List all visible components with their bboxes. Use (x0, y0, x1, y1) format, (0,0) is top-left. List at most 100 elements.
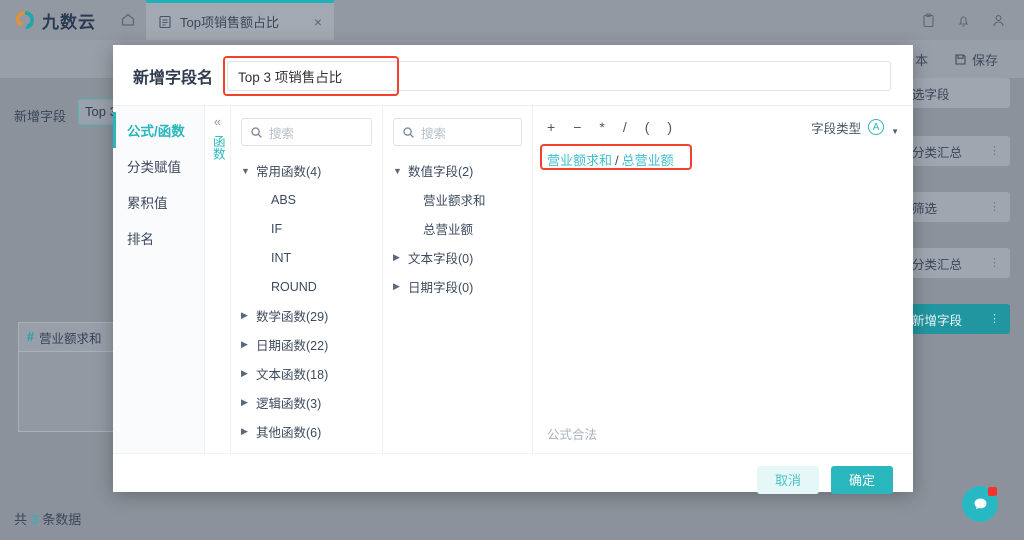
sidebar-item-option[interactable]: 排名 (113, 220, 204, 256)
modal-title: 新增字段名 (133, 70, 214, 87)
tab-top-sales-ratio[interactable]: Top项销售额占比 × (146, 0, 334, 40)
sidebar-item-label: 排名 (127, 232, 154, 247)
operator-button[interactable]: ( (645, 119, 650, 135)
more-menu-icon[interactable]: ⋮ (989, 202, 1000, 213)
footer-count: 3 (31, 512, 39, 527)
field-name-wrapper (223, 56, 891, 96)
function-group-label: 数学函数(29) (256, 310, 329, 324)
formula-input-area[interactable]: 营业额求和 / 总营业额 公式合法 (533, 142, 913, 453)
field-group-label: 数值字段(2) (408, 165, 474, 179)
bell-icon[interactable] (956, 13, 971, 28)
caret-right-icon[interactable]: ▶ (241, 339, 250, 350)
field-group[interactable]: ▼ 数值字段(2) (393, 156, 522, 185)
tab-label: Top项销售额占比 (180, 15, 279, 30)
field-item[interactable]: 营业额求和 (393, 185, 522, 214)
field-name-input[interactable] (227, 61, 891, 91)
sidebar-item-option[interactable]: 累积值 (113, 184, 204, 220)
caret-down-icon[interactable]: ▼ (241, 166, 250, 176)
right-step-panel: 选字段 分类汇总 ⋮ 筛选 ⋮ 分类汇总 ⋮ 新增字段 ⋮ (894, 78, 1024, 540)
caret-right-icon[interactable]: ▶ (241, 426, 250, 437)
function-item[interactable]: INT (241, 243, 372, 272)
caret-right-icon[interactable]: ▶ (241, 310, 250, 321)
function-group[interactable]: ▶ 日期函数(22) (241, 330, 372, 359)
operator-button[interactable]: / (623, 119, 627, 135)
field-item[interactable]: 总营业额 (393, 214, 522, 243)
formula-operator: / (615, 153, 619, 168)
field-type-label: 字段类型 (811, 121, 862, 136)
function-group[interactable]: ▼ 常用函数(4) (241, 156, 372, 185)
save-button[interactable]: 保存 (954, 50, 998, 69)
modal-footer: 取消 确定 (113, 453, 913, 505)
function-item[interactable]: ROUND (241, 272, 372, 301)
sidebar-item-formula[interactable]: 公式/函数 (113, 112, 204, 148)
save-label: 保存 (971, 52, 998, 68)
field-search-placeholder: 搜索 (421, 126, 447, 141)
table-column-label: 营业额求和 (38, 331, 102, 346)
step-item[interactable]: 选字段 (902, 78, 1010, 108)
field-group-label: 文本字段(0) (408, 252, 474, 266)
step-item[interactable]: 分类汇总 ⋮ (902, 248, 1010, 278)
footer-prefix: 共 (14, 512, 28, 527)
topbar-actions (921, 12, 1024, 28)
confirm-button[interactable]: 确定 (831, 465, 893, 494)
field-type-control[interactable]: 字段类型 A ▼ (811, 118, 899, 137)
sidebar-item-label: 累积值 (127, 196, 168, 211)
more-menu-icon[interactable]: ⋮ (989, 258, 1000, 269)
operator-button[interactable]: ) (667, 119, 672, 135)
notification-dot (988, 487, 997, 496)
caret-right-icon[interactable]: ▶ (241, 368, 250, 379)
app-logo[interactable]: 九数云 (0, 8, 110, 33)
caret-down-icon[interactable]: ▼ (393, 166, 402, 176)
step-item[interactable]: 分类汇总 ⋮ (902, 136, 1010, 166)
background-add-field-label: 新增字段 (14, 109, 67, 124)
function-group-label: 日期函数(22) (256, 339, 329, 353)
double-chevron-left-icon[interactable]: « (214, 114, 221, 129)
function-tree: ▼ 常用函数(4) ABS IF INT ROUND ▶ 数学函数(29) ▶ 日期函数(22) ▶… (241, 156, 372, 446)
more-menu-icon[interactable]: ⋮ (989, 314, 1000, 325)
function-group[interactable]: ▶ 数学函数(29) (241, 301, 372, 330)
function-group[interactable]: ▶ 逻辑函数(3) (241, 388, 372, 417)
step-item[interactable]: 筛选 ⋮ (902, 192, 1010, 222)
function-item[interactable]: IF (241, 214, 372, 243)
operator-button[interactable]: − (573, 119, 581, 135)
record-count: 共 3 条数据 (14, 509, 81, 528)
function-item[interactable]: ABS (241, 185, 372, 214)
step-label: 选字段 (912, 87, 950, 102)
step-label: 筛选 (912, 201, 938, 216)
field-search-input[interactable]: 搜索 (393, 118, 522, 146)
clipboard-icon[interactable] (921, 12, 936, 28)
function-group-label: 其他函数(6) (256, 426, 322, 440)
sidebar-item-label: 分类赋值 (127, 160, 181, 175)
field-tree: ▼ 数值字段(2) 营业额求和 总营业额 ▶ 文本字段(0) ▶ 日期字段(0) (393, 156, 522, 301)
collapse-column[interactable]: « 函数 (205, 106, 231, 453)
sidebar-item-option[interactable]: 分类赋值 (113, 148, 204, 184)
more-menu-icon[interactable]: ⋮ (989, 146, 1000, 157)
document-icon (158, 15, 172, 29)
function-search-input[interactable]: 搜索 (241, 118, 372, 146)
step-item[interactable]: 新增字段 ⋮ (902, 304, 1010, 334)
user-icon[interactable] (991, 13, 1006, 28)
caret-right-icon[interactable]: ▶ (241, 397, 250, 408)
operator-button[interactable]: + (547, 119, 555, 135)
modal-sidebar: 公式/函数分类赋值累积值排名 (113, 106, 205, 453)
home-icon[interactable] (110, 12, 146, 28)
modal-header: 新增字段名 (113, 45, 913, 105)
close-icon[interactable]: × (314, 14, 322, 30)
footer-suffix: 条数据 (42, 512, 82, 527)
function-group[interactable]: ▶ 文本函数(18) (241, 359, 372, 388)
caret-right-icon[interactable]: ▶ (393, 281, 402, 292)
field-group[interactable]: ▶ 文本字段(0) (393, 243, 522, 272)
cancel-button[interactable]: 取消 (757, 465, 819, 494)
function-group[interactable]: ▶ 其他函数(6) (241, 417, 372, 446)
chevron-down-icon[interactable]: ▼ (891, 127, 899, 136)
step-label: 新增字段 (912, 313, 963, 328)
field-group[interactable]: ▶ 日期字段(0) (393, 272, 522, 301)
save-icon (954, 53, 967, 66)
operator-button[interactable]: * (599, 119, 604, 135)
caret-right-icon[interactable]: ▶ (393, 252, 402, 263)
formula-status: 公式合法 (547, 428, 598, 442)
search-icon (250, 126, 263, 139)
chat-bubble-icon[interactable] (962, 486, 998, 522)
formula-editor: + − * / () 字段类型 A ▼ 营业额求和 / 总营业额 公式合法 (533, 106, 913, 453)
search-icon (402, 126, 415, 139)
